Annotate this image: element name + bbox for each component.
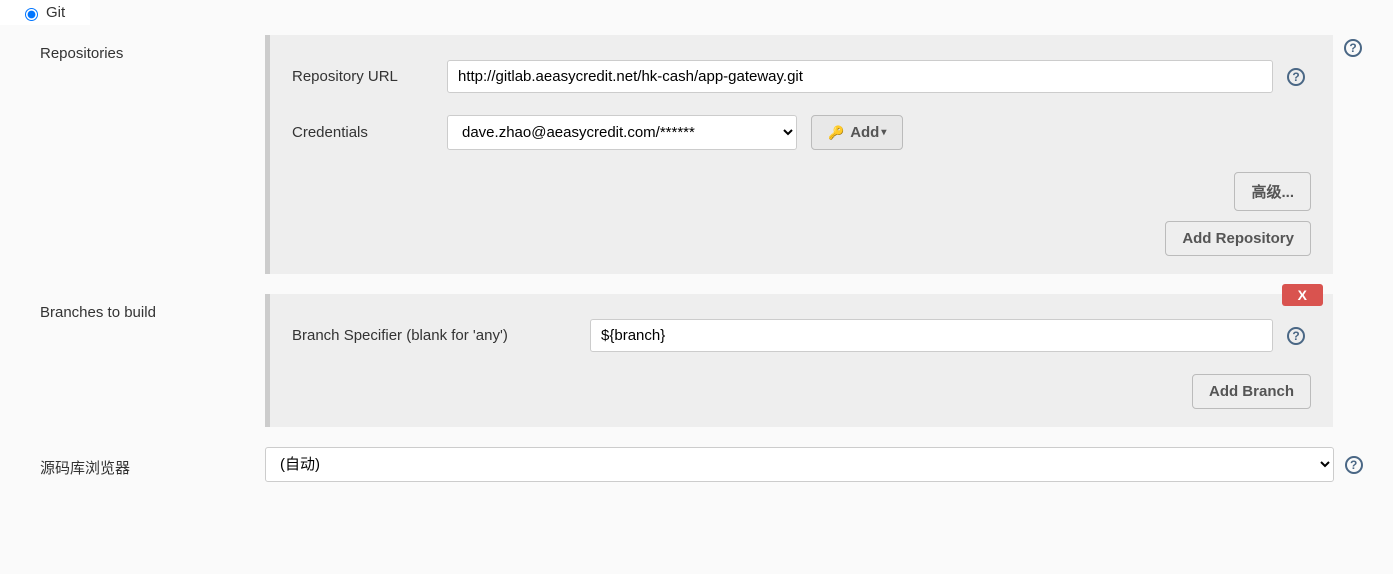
advanced-button[interactable]: 高级...: [1234, 172, 1311, 211]
add-repository-button[interactable]: Add Repository: [1165, 221, 1311, 256]
branches-section: Branches to build X Branch Specifier (bl…: [40, 294, 1373, 427]
add-credential-button[interactable]: 🔑 Add ▾: [811, 115, 903, 150]
branch-specifier-label: Branch Specifier (blank for 'any'): [292, 327, 590, 344]
scm-git-radio[interactable]: [25, 8, 38, 21]
repositories-panel: Repository URL ? Credentials dave.zhao@a…: [265, 35, 1333, 274]
repo-browser-select[interactable]: (自动): [265, 447, 1334, 482]
repo-browser-label: 源码库浏览器: [40, 451, 265, 478]
branches-panel: X Branch Specifier (blank for 'any') ? A…: [265, 294, 1333, 427]
help-icon[interactable]: ?: [1287, 68, 1305, 86]
chevron-down-icon: ▾: [881, 127, 886, 138]
add-credential-label: Add: [850, 124, 879, 141]
repo-url-input[interactable]: [447, 60, 1273, 93]
add-branch-button[interactable]: Add Branch: [1192, 374, 1311, 409]
scm-git-label: Git: [46, 4, 65, 21]
repositories-section: Repositories Repository URL ? Credential…: [40, 35, 1373, 274]
repositories-label: Repositories: [40, 35, 265, 62]
delete-branch-button[interactable]: X: [1282, 284, 1323, 306]
credentials-label: Credentials: [292, 124, 447, 141]
credentials-select[interactable]: dave.zhao@aeasycredit.com/******: [447, 115, 797, 150]
help-icon[interactable]: ?: [1344, 39, 1362, 57]
help-icon[interactable]: ?: [1287, 327, 1305, 345]
key-icon: 🔑: [828, 125, 844, 141]
branch-specifier-input[interactable]: [590, 319, 1273, 352]
repo-browser-section: 源码库浏览器 (自动) ?: [40, 447, 1373, 482]
scm-git-option[interactable]: Git: [0, 0, 90, 25]
help-icon[interactable]: ?: [1345, 456, 1363, 474]
repo-url-label: Repository URL: [292, 68, 447, 85]
branches-label: Branches to build: [40, 294, 265, 321]
